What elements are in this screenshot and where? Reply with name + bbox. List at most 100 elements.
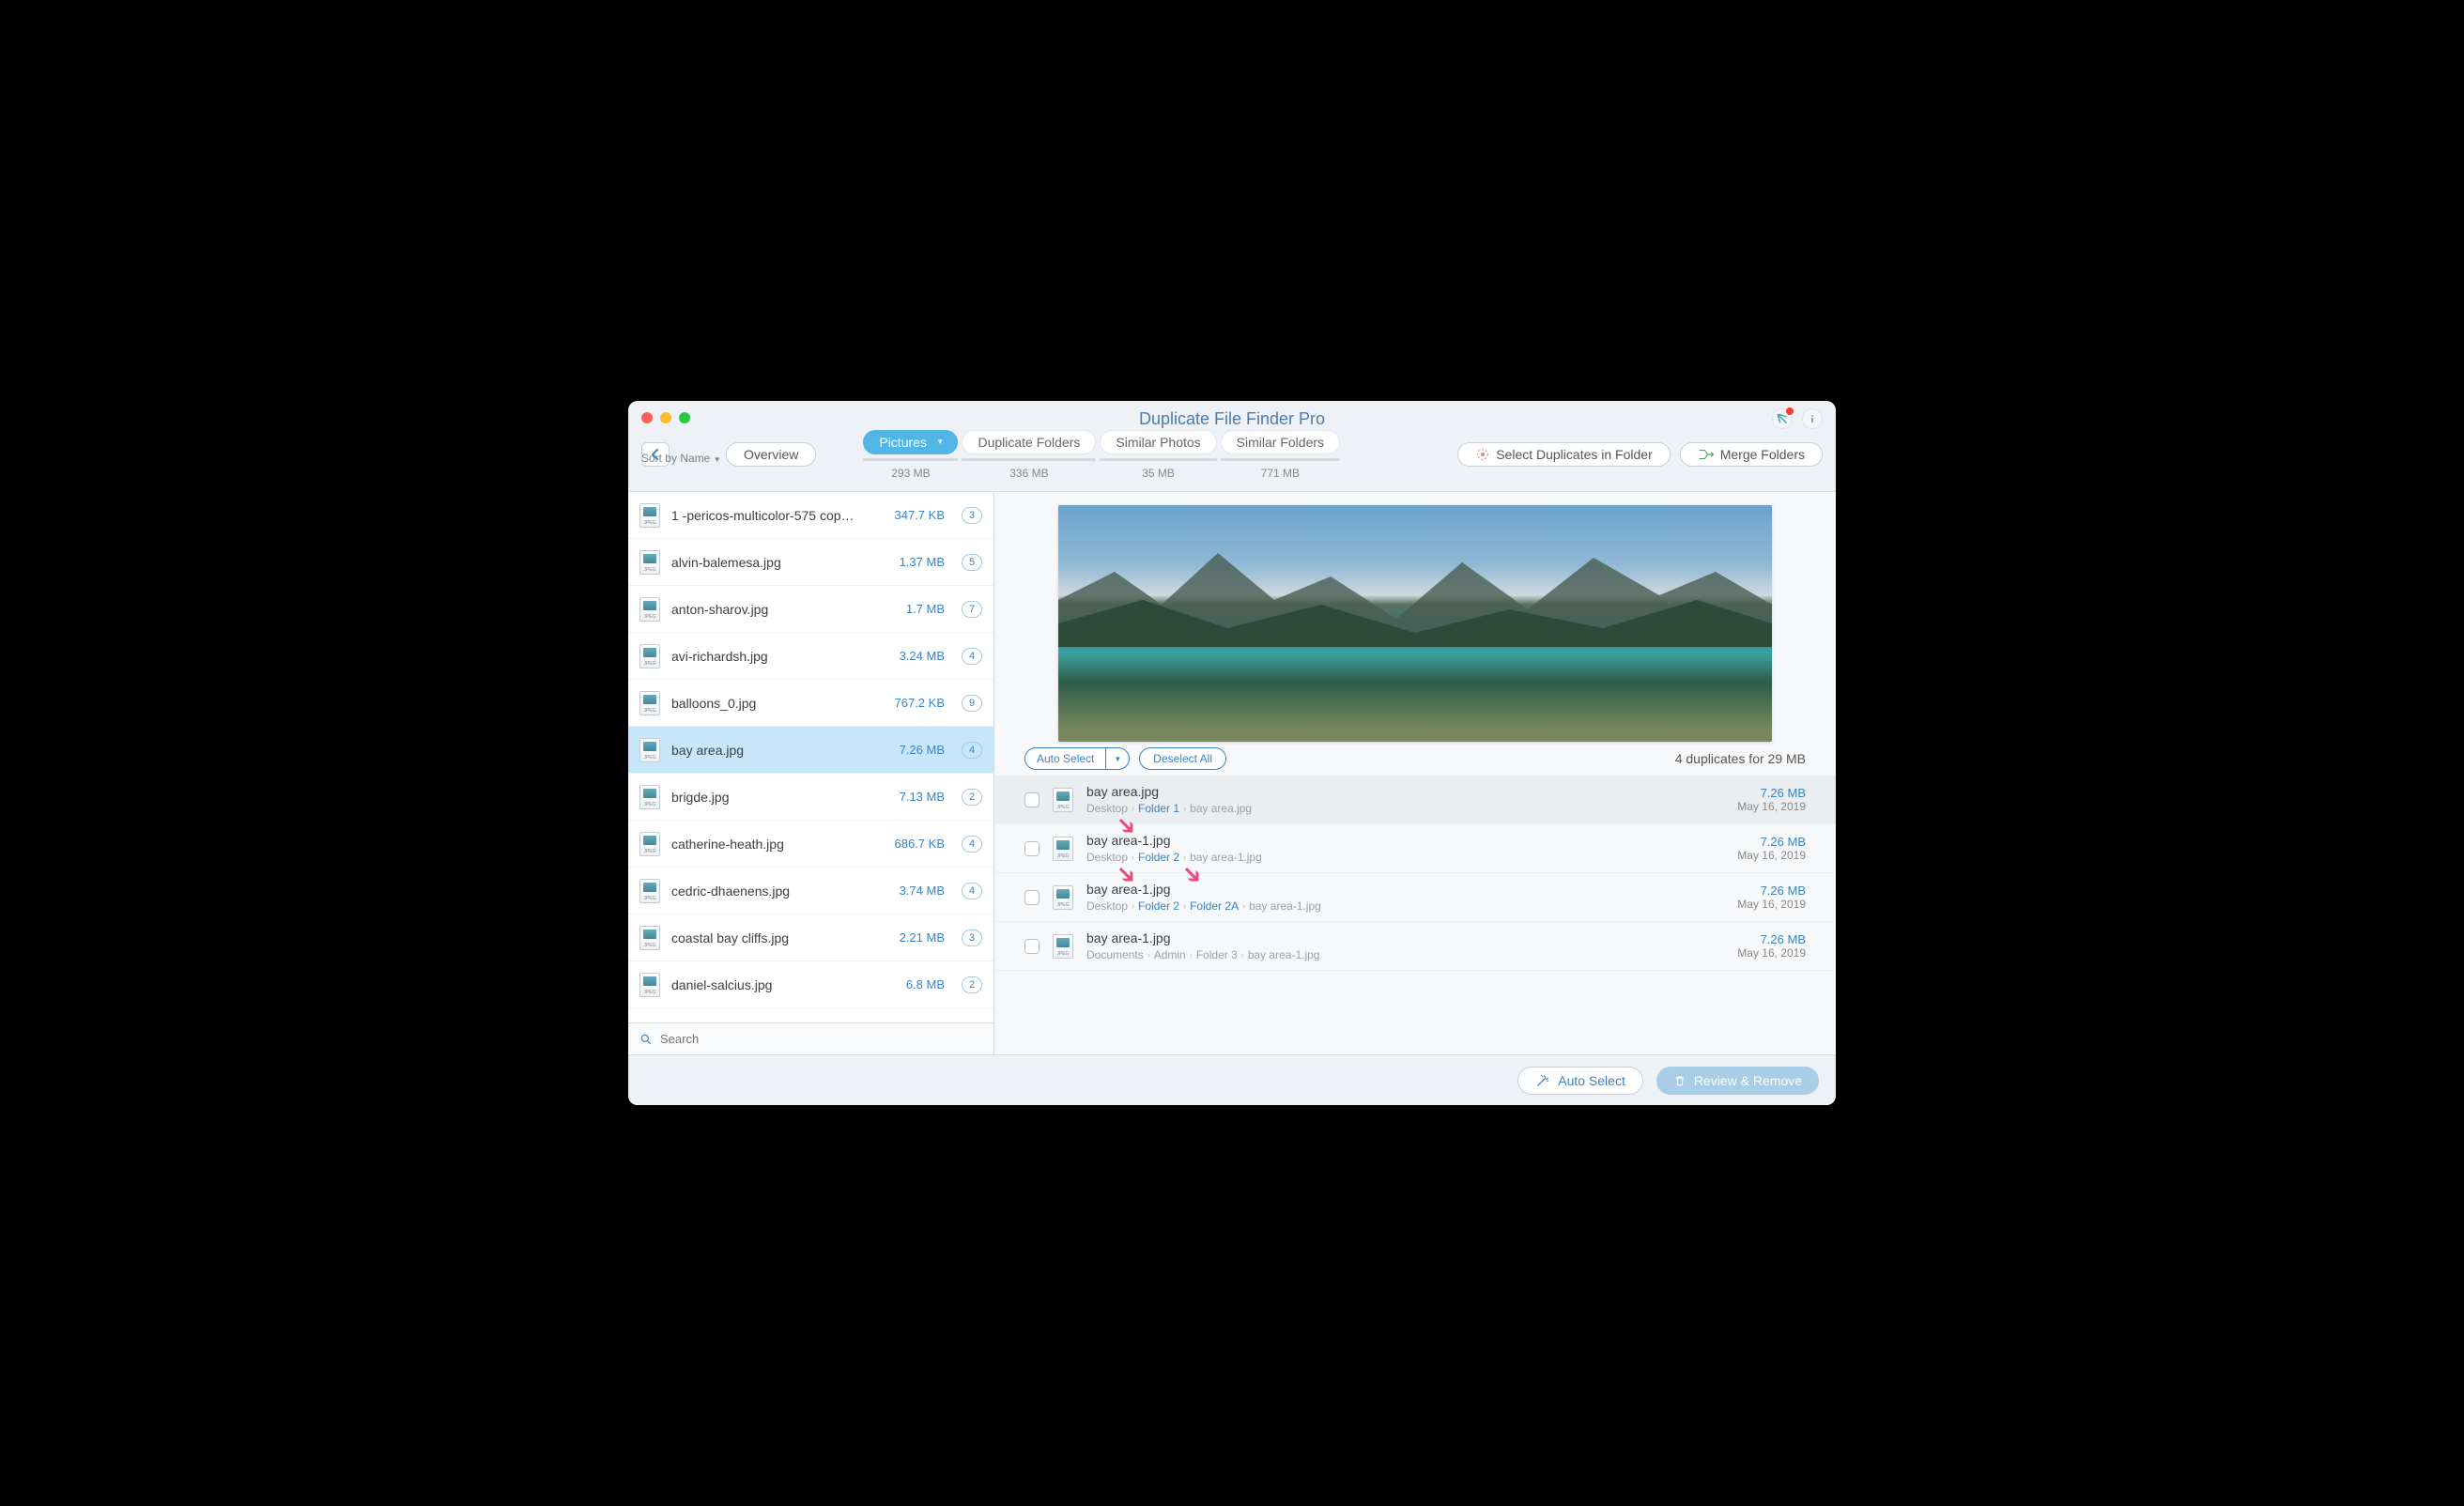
duplicate-item[interactable]: JPEG bay area.jpg Desktop›Folder 1›bay a… [994, 776, 1836, 824]
detail-panel: Auto Select ▼ Deselect All 4 duplicates … [994, 492, 1836, 1054]
duplicate-list: JPEG bay area.jpg Desktop›Folder 1›bay a… [994, 776, 1836, 1054]
toolbar: Overview Pictures▾293 MBDuplicate Folder… [628, 437, 1836, 472]
file-list[interactable]: JPEG 1 -pericos-multicolor-575 cop… 347.… [628, 492, 993, 1022]
jpeg-file-icon: JPEG [639, 738, 660, 762]
sync-status-icon[interactable] [1772, 408, 1793, 429]
jpeg-file-icon: JPEG [639, 691, 660, 715]
duplicate-count-badge: 2 [962, 789, 982, 806]
duplicate-checkbox[interactable] [1024, 890, 1040, 905]
file-item[interactable]: JPEG brigde.jpg 7.13 MB 2 [628, 774, 993, 821]
file-size: 347.7 KB [895, 508, 946, 522]
file-item[interactable]: JPEG anton-sharov.jpg 1.7 MB 7 [628, 586, 993, 633]
duplicate-name: bay area-1.jpg [1086, 930, 1724, 945]
duplicate-count-badge: 3 [962, 930, 982, 946]
file-item[interactable]: JPEG coastal bay cliffs.jpg 2.21 MB 3 [628, 914, 993, 961]
trash-icon [1673, 1073, 1686, 1088]
info-icon[interactable] [1802, 408, 1823, 429]
detail-controls: Auto Select ▼ Deselect All 4 duplicates … [994, 742, 1836, 776]
file-name: brigde.jpg [671, 790, 888, 805]
file-name: bay area.jpg [671, 743, 888, 758]
jpeg-file-icon: JPEG [1053, 934, 1073, 959]
file-item[interactable]: JPEG 1 -pericos-multicolor-575 cop… 347.… [628, 492, 993, 539]
duplicate-count-badge: 7 [962, 601, 982, 618]
file-item[interactable]: JPEG balloons_0.jpg 767.2 KB 9 [628, 680, 993, 727]
file-size: 1.7 MB [906, 602, 945, 616]
duplicate-size: 7.26 MB [1737, 835, 1806, 849]
jpeg-file-icon: JPEG [1053, 788, 1073, 812]
app-window: Duplicate File Finder Pro Overview Pictu… [628, 401, 1836, 1105]
file-name: avi-richardsh.jpg [671, 649, 888, 664]
duplicate-count-badge: 4 [962, 742, 982, 759]
main-area: JPEG 1 -pericos-multicolor-575 cop… 347.… [628, 491, 1836, 1054]
file-size: 686.7 KB [895, 837, 946, 851]
duplicate-checkbox[interactable] [1024, 939, 1040, 954]
jpeg-file-icon: JPEG [1053, 837, 1073, 861]
search-bar [628, 1022, 993, 1054]
jpeg-file-icon: JPEG [639, 503, 660, 528]
duplicate-date: May 16, 2019 [1737, 800, 1806, 813]
duplicate-size: 7.26 MB [1737, 786, 1806, 800]
jpeg-file-icon: JPEG [639, 550, 660, 575]
file-size: 2.21 MB [900, 930, 945, 945]
file-item[interactable]: JPEG bay area.jpg 7.26 MB 4 [628, 727, 993, 774]
jpeg-file-icon: JPEG [639, 597, 660, 622]
file-size: 3.74 MB [900, 884, 945, 898]
select-duplicates-label: Select Duplicates in Folder [1496, 447, 1653, 462]
titlebar: Duplicate File Finder Pro [628, 401, 1836, 437]
duplicate-count-badge: 4 [962, 836, 982, 853]
wand-icon [1535, 1073, 1550, 1088]
file-name: catherine-heath.jpg [671, 837, 884, 852]
file-item[interactable]: JPEG avi-richardsh.jpg 3.24 MB 4 [628, 633, 993, 680]
window-controls [641, 412, 690, 423]
merge-folders-button[interactable]: Merge Folders [1680, 442, 1823, 467]
jpeg-file-icon: JPEG [639, 973, 660, 997]
auto-select-button[interactable]: Auto Select [1024, 747, 1105, 770]
overview-button[interactable]: Overview [726, 442, 816, 467]
file-item[interactable]: JPEG daniel-salcius.jpg 6.8 MB 2 [628, 961, 993, 1008]
duplicate-size: 7.26 MB [1737, 932, 1806, 946]
sort-by-dropdown[interactable]: Sort by Name ▼ [641, 452, 721, 465]
merge-icon [1698, 448, 1715, 461]
auto-select-dropdown[interactable]: ▼ [1105, 747, 1130, 770]
duplicate-item[interactable]: JPEG bay area-1.jpg Desktop›Folder 2›bay… [994, 824, 1836, 873]
file-size: 1.37 MB [900, 555, 945, 569]
deselect-all-button[interactable]: Deselect All [1139, 747, 1226, 770]
file-name: cedric-dhaenens.jpg [671, 884, 888, 899]
preview-image [1058, 505, 1772, 742]
file-size: 7.13 MB [900, 790, 945, 804]
duplicate-count-badge: 4 [962, 883, 982, 899]
review-remove-label: Review & Remove [1694, 1073, 1802, 1088]
file-name: coastal bay cliffs.jpg [671, 930, 888, 945]
file-item[interactable]: JPEG cedric-dhaenens.jpg 3.74 MB 4 [628, 868, 993, 914]
bottom-auto-select-button[interactable]: Auto Select [1517, 1067, 1643, 1095]
jpeg-file-icon: JPEG [1053, 885, 1073, 910]
file-name: alvin-balemesa.jpg [671, 555, 888, 570]
duplicate-item[interactable]: JPEG bay area-1.jpg Desktop›Folder 2›Fol… [994, 873, 1836, 922]
duplicate-count-badge: 2 [962, 976, 982, 993]
duplicate-date: May 16, 2019 [1737, 946, 1806, 960]
duplicate-path: Desktop›Folder 1›bay area.jpg [1086, 802, 1724, 815]
duplicate-checkbox[interactable] [1024, 841, 1040, 856]
file-item[interactable]: JPEG alvin-balemesa.jpg 1.37 MB 5 [628, 539, 993, 586]
duplicate-path: Desktop›Folder 2›Folder 2A›bay area-1.jp… [1086, 899, 1724, 913]
duplicate-item[interactable]: JPEG bay area-1.jpg Documents›Admin›Fold… [994, 922, 1836, 971]
file-size: 3.24 MB [900, 649, 945, 663]
file-name: balloons_0.jpg [671, 696, 884, 711]
auto-select-split-button[interactable]: Auto Select ▼ [1024, 747, 1130, 770]
bottom-bar: Auto Select Review & Remove [628, 1054, 1836, 1105]
select-duplicates-button[interactable]: Select Duplicates in Folder [1457, 442, 1671, 467]
file-name: daniel-salcius.jpg [671, 977, 895, 992]
merge-folders-label: Merge Folders [1720, 447, 1805, 462]
maximize-window-icon[interactable] [679, 412, 690, 423]
review-remove-button[interactable]: Review & Remove [1656, 1067, 1819, 1095]
file-item[interactable]: JPEG catherine-heath.jpg 686.7 KB 4 [628, 821, 993, 868]
duplicate-count-badge: 9 [962, 695, 982, 712]
close-window-icon[interactable] [641, 412, 653, 423]
search-input[interactable] [660, 1032, 982, 1046]
minimize-window-icon[interactable] [660, 412, 671, 423]
duplicate-checkbox[interactable] [1024, 792, 1040, 807]
app-title: Duplicate File Finder Pro [1139, 409, 1325, 429]
jpeg-file-icon: JPEG [639, 644, 660, 668]
jpeg-file-icon: JPEG [639, 832, 660, 856]
duplicate-path: Documents›Admin›Folder 3›bay area-1.jpg [1086, 948, 1724, 961]
